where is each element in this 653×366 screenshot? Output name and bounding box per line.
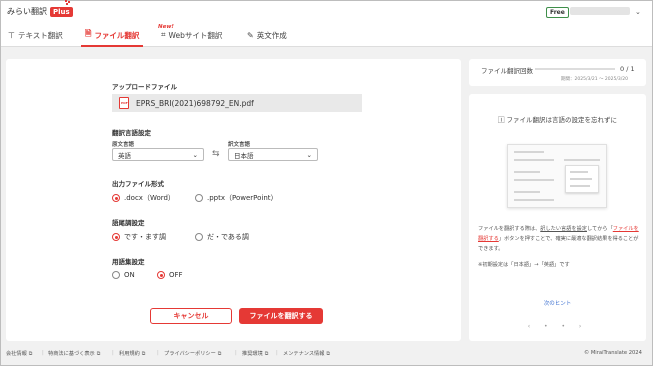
- sparkle-icon: [65, 0, 70, 5]
- footer-link-label: 会社情報: [6, 351, 27, 357]
- source-language-select[interactable]: 英語 ⌄: [112, 148, 204, 161]
- footer-link-company[interactable]: 会社情報 ⧉: [6, 350, 33, 358]
- radio-unselected[interactable]: [195, 194, 203, 202]
- chevron-down-icon[interactable]: ⌄: [635, 8, 641, 16]
- usage-value: 0 / 1: [620, 65, 635, 73]
- tip-illustration: [507, 144, 607, 208]
- swap-languages-icon[interactable]: ⇆: [212, 149, 220, 159]
- file-translate-panel: アップロードファイル PDF EPRS_BRI(2021)698792_EN.p…: [6, 59, 461, 341]
- web-icon: ⌗: [161, 30, 166, 39]
- pen-icon: ✎: [247, 30, 254, 40]
- tab-text-translate[interactable]: ⊤ テキスト翻訳: [8, 23, 63, 47]
- footer-link-environment[interactable]: 推奨環境 ⧉: [242, 350, 269, 358]
- tip-card: 🄸 ファイル翻訳は言語の設定を忘れずに ファイルを翻訳する際は、訳したい言語を設…: [469, 94, 646, 341]
- tab-file-translate[interactable]: 🗎 ファイル翻訳: [80, 23, 144, 47]
- copyright: © MiraiTranslate 2024: [584, 350, 642, 356]
- format-option-docx[interactable]: .docx（Word）: [112, 193, 175, 203]
- glossary-option-label: OFF: [169, 271, 183, 279]
- logo[interactable]: みらい翻訳 Plus: [7, 6, 73, 17]
- footer-link-label: プライバシーポリシー: [164, 351, 216, 357]
- footer-link-commerce-law[interactable]: 特商法に基づく表示 ⧉: [48, 350, 101, 358]
- format-option-pptx[interactable]: .pptx（PowerPoint）: [195, 193, 278, 203]
- format-option-label: .pptx（PowerPoint）: [207, 194, 278, 202]
- logo-text: みらい翻訳: [7, 7, 47, 16]
- next-tip-link[interactable]: 次のヒント: [469, 299, 646, 307]
- target-language-label: 訳文言語: [228, 142, 251, 148]
- radio-selected[interactable]: [112, 233, 120, 241]
- tip-text-part: してから「: [586, 226, 613, 232]
- chevron-down-icon: ⌄: [306, 150, 312, 159]
- tab-bar: ⊤ テキスト翻訳 🗎 ファイル翻訳 ⌗ Webサイト翻訳 ✎ 英文作成: [1, 23, 652, 47]
- upload-file-label: アップロードファイル: [112, 83, 177, 91]
- target-language-value: 日本語: [234, 151, 254, 160]
- tip-text-part: ファイルを翻訳する際は、: [478, 226, 541, 232]
- usage-period: 期間：2025/3/21 ～ 2025/3/20: [561, 77, 629, 82]
- footer-link-label: 推奨環境: [242, 351, 263, 357]
- style-option-desu-masu[interactable]: です・ます調: [112, 232, 166, 242]
- footer: 会社情報 ⧉ | 特商法に基づく表示 ⧉ | 利用規約 ⧉ | プライバシーポリシー ⧉…: [6, 350, 642, 358]
- logo-plus-badge: Plus: [50, 6, 73, 17]
- tip-note: ※初期設定は「日本語」→「英語」です: [478, 262, 570, 268]
- pdf-file-icon: PDF: [119, 97, 129, 109]
- external-link-icon: ⧉: [326, 350, 330, 357]
- footer-link-label: 特商法に基づく表示: [48, 351, 95, 357]
- text-icon: ⊤: [8, 30, 15, 40]
- language-settings-label: 翻訳言語設定: [112, 129, 151, 137]
- info-icon: 🄸: [497, 116, 505, 124]
- footer-link-label: 利用規約: [119, 351, 140, 357]
- usage-progress-bar: [535, 68, 615, 70]
- glossary-option-off[interactable]: OFF: [157, 271, 183, 279]
- radio-selected[interactable]: [112, 194, 120, 202]
- tip-pager[interactable]: ‹ • • ›: [469, 323, 646, 330]
- footer-link-privacy[interactable]: プライバシーポリシー ⧉: [164, 350, 222, 358]
- tip-title-text: ファイル翻訳は言語の設定を忘れずに: [506, 116, 618, 124]
- source-language-label: 原文言語: [112, 142, 135, 148]
- glossary-option-label: ON: [124, 271, 135, 279]
- tip-body: ファイルを翻訳する際は、訳したい言語を設定してから「ファイルを翻訳する」ボタンを…: [478, 224, 640, 254]
- file-name: EPRS_BRI(2021)698792_EN.pdf: [136, 98, 254, 108]
- tip-text-part: 」ボタンを押すことで、確実に最適な翻訳結果を得ることができます。: [478, 236, 639, 252]
- tip-text-underlined: 訳したい言語を設定: [540, 226, 587, 232]
- external-link-icon: ⧉: [217, 350, 222, 357]
- sentence-style-label: 語尾調設定: [112, 219, 145, 227]
- cancel-button[interactable]: キャンセル: [150, 308, 232, 324]
- radio-selected[interactable]: [157, 271, 165, 279]
- footer-link-terms[interactable]: 利用規約 ⧉: [119, 350, 146, 358]
- header: みらい翻訳 Plus Free ⌄: [1, 0, 652, 23]
- usage-card: ファイル翻訳回数 0 / 1 期間：2025/3/21 ～ 2025/3/20: [469, 59, 646, 86]
- external-link-icon: ⧉: [28, 350, 33, 357]
- tab-label: テキスト翻訳: [17, 30, 63, 40]
- file-icon: 🗎: [85, 29, 92, 38]
- style-option-label: だ・である調: [207, 233, 249, 241]
- uploaded-file[interactable]: PDF EPRS_BRI(2021)698792_EN.pdf: [112, 94, 362, 112]
- footer-link-maintenance[interactable]: メンテナンス情報 ⧉: [283, 350, 330, 358]
- translate-file-button[interactable]: ファイルを翻訳する: [239, 308, 323, 324]
- external-link-icon: ⧉: [96, 350, 101, 357]
- tab-label: Webサイト翻訳: [168, 30, 223, 40]
- chevron-down-icon: ⌄: [192, 150, 198, 159]
- radio-unselected[interactable]: [195, 233, 203, 241]
- source-language-value: 英語: [118, 151, 131, 160]
- tab-label: ファイル翻訳: [94, 30, 140, 40]
- external-link-icon: ⧉: [141, 350, 146, 357]
- style-option-label: です・ます調: [124, 233, 166, 241]
- tip-title: 🄸 ファイル翻訳は言語の設定を忘れずに: [469, 114, 646, 124]
- glossary-settings-label: 用語集設定: [112, 258, 145, 266]
- plan-badge: Free: [546, 7, 569, 18]
- target-language-select[interactable]: 日本語 ⌄: [228, 148, 318, 161]
- tab-label: 英文作成: [256, 30, 287, 40]
- tab-english-writing[interactable]: ✎ 英文作成: [247, 23, 287, 47]
- format-option-label: .docx（Word）: [124, 194, 175, 202]
- usage-label: ファイル翻訳回数: [481, 67, 533, 75]
- output-format-label: 出力ファイル形式: [112, 180, 164, 188]
- new-badge: New!: [158, 24, 174, 30]
- footer-link-label: メンテナンス情報: [283, 351, 325, 357]
- external-link-icon: ⧉: [264, 350, 269, 357]
- radio-unselected[interactable]: [112, 271, 120, 279]
- user-account-name[interactable]: [570, 7, 630, 15]
- glossary-option-on[interactable]: ON: [112, 271, 135, 279]
- style-option-da-dearu[interactable]: だ・である調: [195, 232, 249, 242]
